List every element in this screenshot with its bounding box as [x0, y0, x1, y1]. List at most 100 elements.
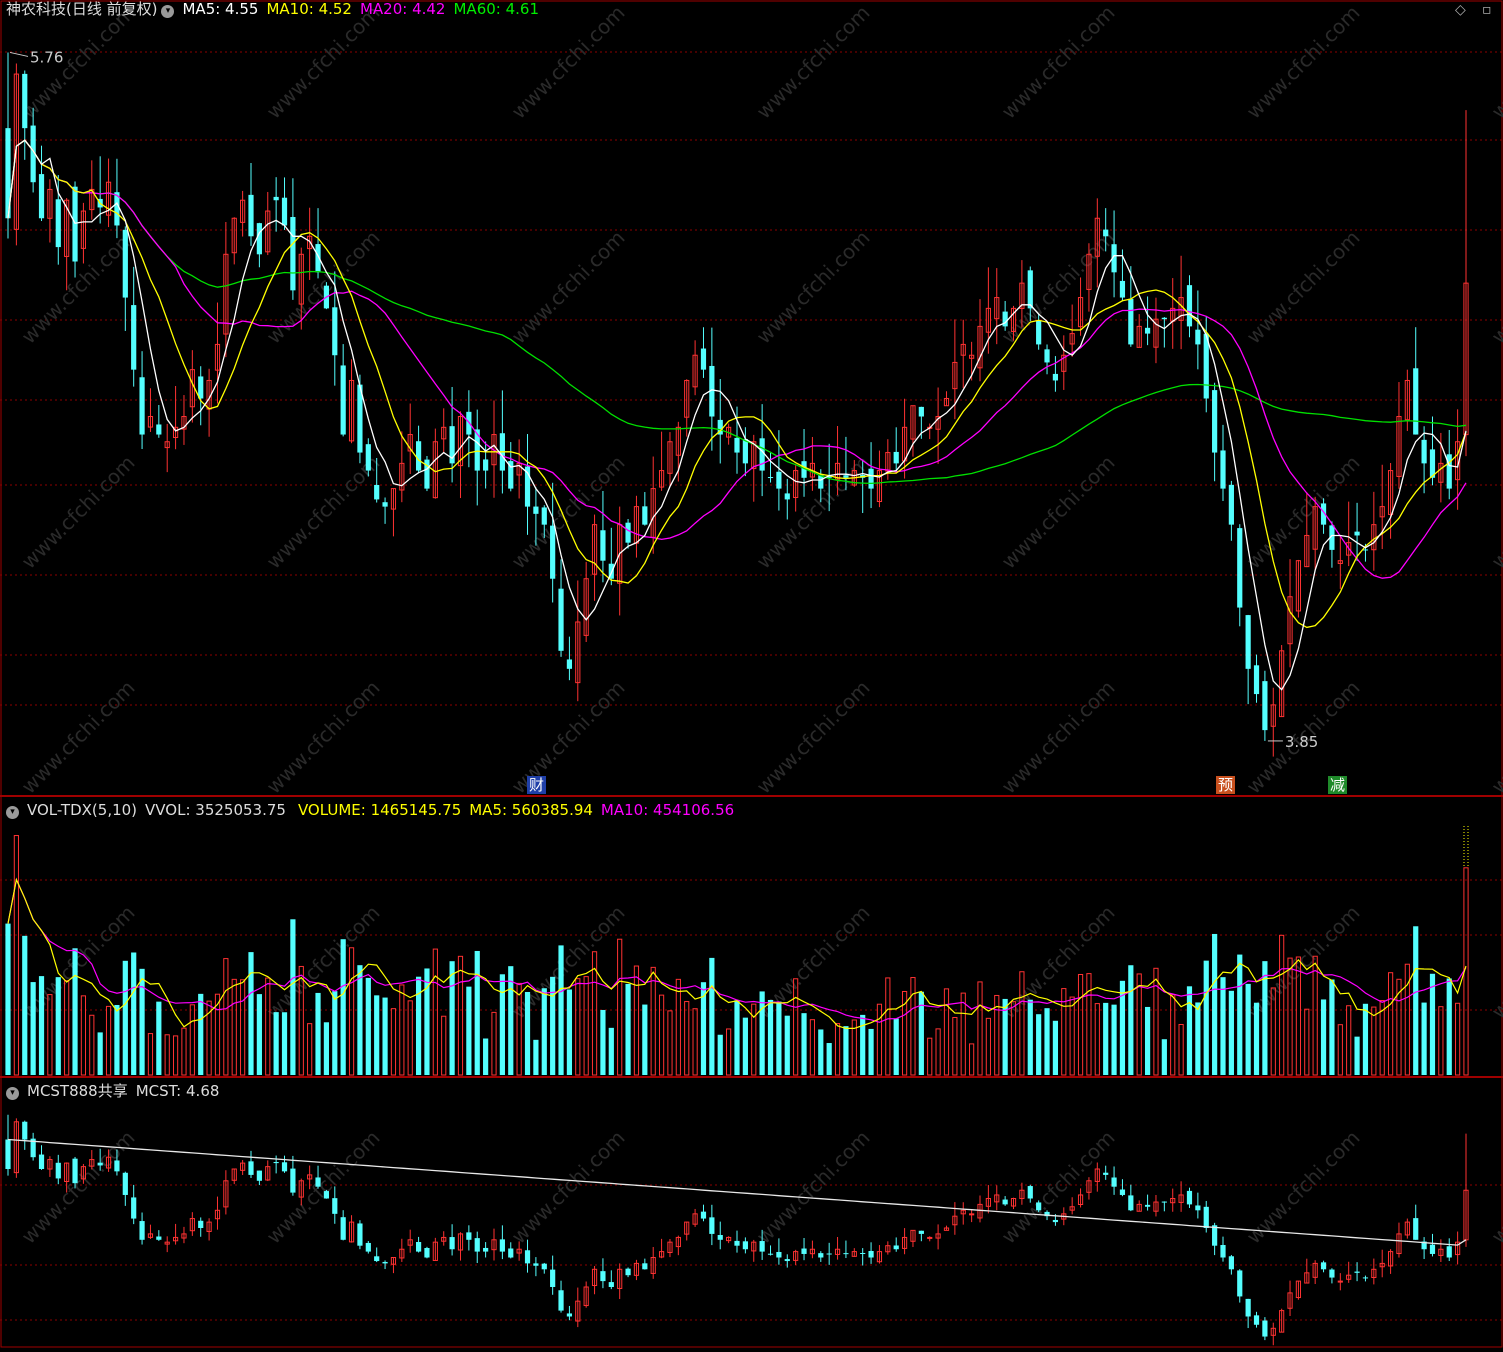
volume-bar	[1429, 973, 1436, 1075]
mcst-header: ▾ MCST888共享 MCST: 4.68	[6, 1082, 227, 1100]
volume-bar	[742, 1017, 748, 1075]
mcst-candle-body	[1320, 1262, 1327, 1270]
volume-bar	[290, 919, 296, 1075]
volume-bar	[935, 1028, 941, 1076]
mcst-candle-body	[734, 1240, 740, 1246]
candle-body	[1237, 528, 1243, 608]
candle-body	[776, 471, 782, 489]
mcst-candle-body	[533, 1263, 539, 1266]
finance-tag[interactable]: 财	[527, 776, 547, 794]
mcst-candle-body	[114, 1160, 120, 1172]
candle-body	[1245, 615, 1251, 669]
volume-bar	[985, 1017, 991, 1076]
watermark-text: www.cfchi.com	[507, 226, 630, 349]
volume-bar	[1128, 965, 1134, 1075]
candle-body	[893, 451, 899, 464]
watermark-text: www.cfchi.com	[1487, 901, 1503, 1024]
volume-bar	[399, 984, 405, 1076]
candle-body	[198, 376, 204, 399]
diamond-icon[interactable]: ◇	[1455, 2, 1466, 18]
volume-bar	[256, 994, 262, 1075]
mcst-candle-body	[1446, 1246, 1452, 1258]
volume-bar	[843, 1026, 849, 1075]
mcst-indicator-name: MCST888共享	[27, 1082, 128, 1100]
mcst-candle-body	[97, 1162, 103, 1166]
volume-bar	[1245, 983, 1251, 1075]
volume-bar	[374, 995, 380, 1075]
volume-bar	[1094, 1003, 1100, 1076]
mcst-candle-body	[332, 1198, 338, 1214]
mcst-candle-body	[818, 1253, 824, 1258]
forecast-tag[interactable]: 预	[1216, 776, 1236, 794]
candle-body	[1027, 270, 1033, 309]
stock-title: 神农科技(日线 前复权)	[6, 0, 158, 18]
volume-bar	[105, 1005, 112, 1076]
candle-body	[340, 365, 346, 435]
volume-bar	[483, 1038, 489, 1075]
volume-bar	[658, 994, 665, 1076]
volume-bar	[726, 1028, 732, 1076]
watermark-text: www.cfchi.com	[1242, 901, 1365, 1024]
candle-body	[767, 477, 774, 479]
candle-body	[918, 406, 924, 417]
volume-bar	[633, 965, 640, 1076]
watermark-text: www.cfchi.com	[1487, 451, 1503, 574]
watermark-text: www.cfchi.com	[752, 676, 875, 799]
candle-body	[843, 475, 849, 478]
mcst-candle-body	[483, 1247, 489, 1252]
volume-bar	[365, 977, 371, 1075]
settings-toggle-icon[interactable]: ▾	[161, 5, 175, 18]
mcst-candle-body	[1262, 1320, 1268, 1337]
volume-bar	[131, 952, 137, 1075]
mcst-toggle-icon[interactable]: ▾	[6, 1087, 19, 1100]
volume-bar	[524, 991, 531, 1075]
volume-bar	[499, 974, 505, 1075]
watermark-text: www.cfchi.com	[1242, 226, 1365, 349]
mcst-candle-body	[508, 1248, 514, 1258]
volume-bar	[248, 952, 254, 1075]
mcst-candle-body	[72, 1158, 78, 1184]
watermark-text: www.cfchi.com	[997, 226, 1120, 349]
watermark-text: www.cfchi.com	[1487, 676, 1503, 799]
volume-toggle-icon[interactable]: ▾	[6, 806, 19, 819]
volume-bar	[734, 1000, 740, 1075]
watermark-text: www.cfchi.com	[1242, 1, 1365, 124]
mcst-candle-body	[139, 1221, 145, 1240]
mcst-candle-body	[759, 1241, 765, 1252]
volume-bar	[1304, 1008, 1310, 1076]
mcst-candle-body	[1329, 1269, 1335, 1278]
candle-body	[365, 444, 371, 471]
window-resize-icon[interactable]: ▫	[1482, 2, 1492, 18]
volume-bar	[97, 1032, 103, 1075]
watermark-text: www.cfchi.com	[17, 676, 140, 799]
volume-bar	[1027, 999, 1033, 1075]
candle-body	[1186, 285, 1193, 327]
volume-bar	[181, 1027, 187, 1076]
candle-body	[122, 229, 128, 298]
candle-body	[784, 493, 790, 500]
mcst-candle-body	[1161, 1201, 1167, 1203]
volume-bar	[717, 1034, 723, 1075]
reduction-tag[interactable]: 减	[1328, 776, 1348, 794]
mcst-candle-body	[742, 1241, 748, 1250]
candle-body	[600, 530, 606, 561]
ma20-label: MA20: 4.42	[359, 0, 446, 18]
chart-svg[interactable]: www.cfchi.com www.cfchi.com www.cfchi.com w…	[0, 0, 1503, 1348]
candle-body	[625, 522, 631, 543]
chart-stage[interactable]: www.cfchi.com www.cfchi.com www.cfchi.com w…	[0, 0, 1503, 1348]
mcst-candle-body	[22, 1121, 28, 1140]
volume-bar	[818, 1029, 824, 1075]
volume-bar	[558, 945, 564, 1075]
volume-bar	[348, 947, 355, 1076]
mcst-value-label: MCST: 4.68	[135, 1082, 220, 1100]
candle-body	[700, 348, 707, 370]
mcst-candle-body	[927, 1236, 933, 1239]
candle-body	[1144, 327, 1151, 334]
ma60-label: MA60: 4.61	[453, 0, 539, 18]
mcst-candle-body	[642, 1263, 648, 1270]
watermark-text: www.cfchi.com	[17, 451, 140, 574]
mcst-candle-body	[315, 1177, 321, 1187]
volume-bar	[550, 976, 556, 1075]
candle-body	[415, 441, 422, 471]
volume-bar	[1144, 1006, 1151, 1075]
